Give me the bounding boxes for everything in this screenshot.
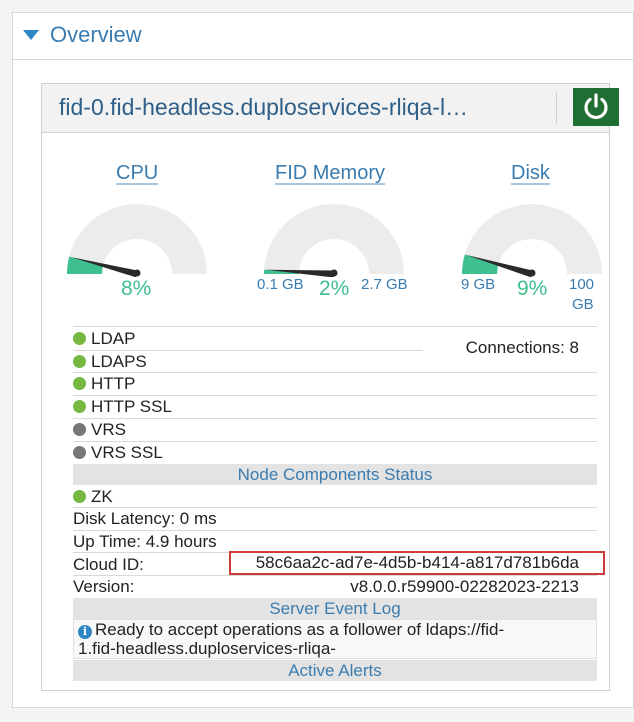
overview-title[interactable]: Overview [50,22,142,48]
node-card: fid-0.fid-headless.duploservices-rliqa-l… [41,83,619,691]
info-icon: i [78,625,92,639]
node-title: fid-0.fid-headless.duploservices-rliqa-l… [59,94,469,120]
service-label: VRS [91,420,126,439]
service-label: VRS SSL [91,443,163,462]
service-label: LDAP [91,329,136,348]
event-log-text: Ready to accept operations as a follower… [95,620,505,639]
status-dot-icon [73,446,86,459]
gauge-hub [330,269,338,277]
server-event-log-header[interactable]: Server Event Log [73,598,597,619]
service-row-ldap: LDAP [73,329,135,349]
collapse-triangle-icon[interactable] [23,30,39,40]
version-value: v8.0.0.r59900-02282023-2213 [350,577,579,596]
disk-gauge-title[interactable]: Disk [511,162,550,185]
disk-max-unit: GB [572,296,594,313]
event-log-line-1: i Ready to accept operations as a followe… [78,620,596,639]
overview-header[interactable]: Overview [13,13,633,60]
status-dot-icon [73,400,86,413]
cloud-id-value: 58c6aa2c-ad7e-4d5b-b414-a817d781b6da [255,553,579,572]
gauge-track [264,204,404,274]
divider [73,441,597,442]
divider [73,575,597,576]
service-row-vrs-ssl: VRS SSL [73,443,163,463]
disk-min: 9 GB [461,276,496,293]
node-header: fid-0.fid-headless.duploservices-rliqa-l… [42,84,619,133]
disk-latency: Disk Latency: 0 ms [73,509,217,528]
service-row-ldaps: LDAPS [73,352,147,372]
memory-gauge-title[interactable]: FID Memory [275,162,385,185]
active-alerts-header[interactable]: Active Alerts [73,660,597,681]
status-dot-icon [73,332,86,345]
cpu-gauge [67,204,207,277]
disk-percent: 9% [517,277,548,300]
memory-min: 0.1 GB [257,276,304,293]
power-button[interactable] [573,88,619,126]
event-log-entry: i Ready to accept operations as a followe… [73,619,597,659]
status-dot-icon [73,355,86,368]
status-dot-icon [73,490,86,503]
divider [73,507,597,508]
gauge-hub [133,269,141,277]
disk-gauge [462,204,602,277]
service-row-vrs: VRS [73,420,126,440]
divider [73,418,597,419]
node-components-status-header[interactable]: Node Components Status [73,464,597,485]
memory-max: 2.7 GB [361,276,408,293]
uptime: Up Time: 4.9 hours [73,532,217,551]
divider [73,350,423,351]
component-row-zk: ZK [73,487,113,507]
status-dot-icon [73,423,86,436]
service-label: HTTP SSL [91,397,172,416]
service-label: LDAPS [91,352,147,371]
gauge-hub [528,269,536,277]
status-dot-icon [73,377,86,390]
memory-percent: 2% [319,277,350,300]
cpu-gauge-title[interactable]: CPU [116,162,158,185]
service-row-http: HTTP [73,374,135,394]
memory-gauge [264,204,404,277]
overview-panel: Overview fid-0.fid-headless.duploservice… [12,12,634,708]
disk-max-number: 100 [569,276,595,293]
connections-count: Connections: 8 [465,338,579,357]
power-icon [584,93,608,120]
component-label: ZK [91,487,113,506]
divider [73,395,597,396]
divider [73,372,597,373]
divider [73,530,597,531]
divider [73,326,597,327]
cpu-percent: 8% [121,277,152,300]
cloud-id-label: Cloud ID: [73,555,144,574]
divider [556,92,557,124]
version-label: Version: [73,577,135,596]
service-label: HTTP [91,374,136,393]
service-row-http-ssl: HTTP SSL [73,397,172,417]
event-log-line-2: 1.fid-headless.duploservices-rliqa- [78,639,336,658]
